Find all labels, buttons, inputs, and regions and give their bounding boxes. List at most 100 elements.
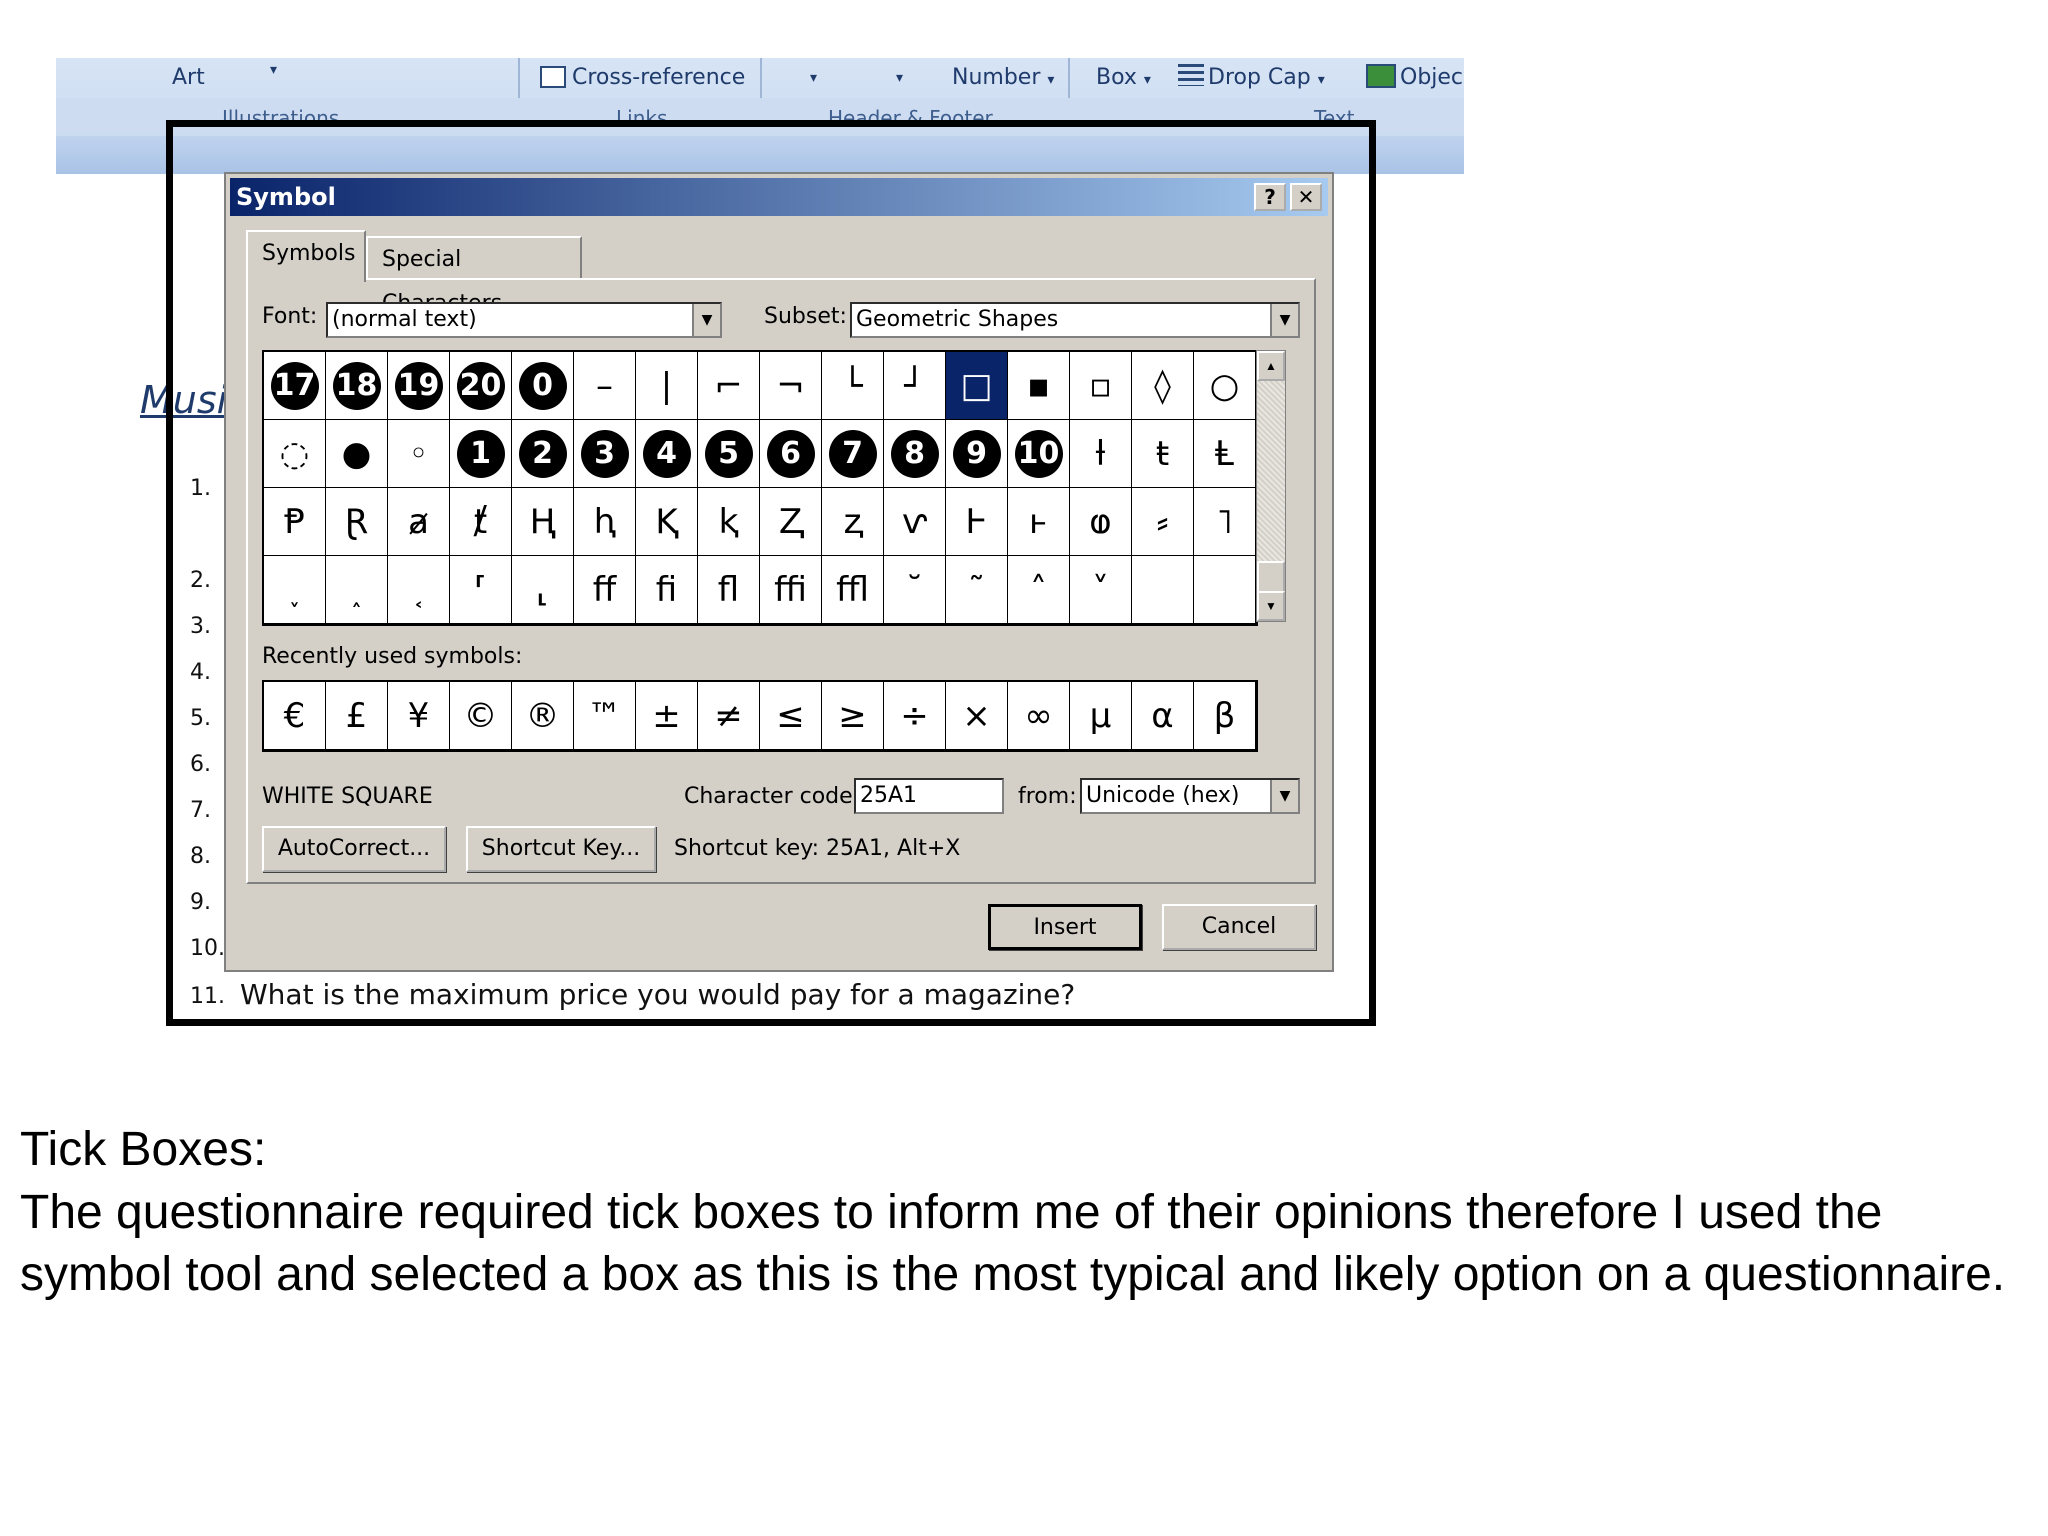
recent-symbol-cell[interactable]: £ [326,682,388,750]
insert-button[interactable]: Insert [988,904,1142,950]
symbol-cell[interactable]: 2 [512,420,574,488]
header-dropdown-icon[interactable]: ▾ [810,58,817,98]
symbol-cell[interactable]: 18 [326,352,388,420]
symbol-cell[interactable]: 17 [264,352,326,420]
tab-special-characters[interactable]: Special Characters [366,236,582,316]
symbol-cell[interactable]: ▫ [1070,352,1132,420]
symbol-cell[interactable]: ○ [1194,352,1256,420]
symbol-cell[interactable]: ⱦ [450,488,512,556]
symbol-cell[interactable]: ⸗ [1132,488,1194,556]
symbol-cell[interactable]: ◊ [1132,352,1194,420]
drop-cap-button[interactable]: Drop Cap ▾ [1178,58,1325,98]
chevron-down-icon[interactable]: ▼ [1270,780,1298,812]
symbol-cell[interactable]: ˱ [388,556,450,624]
symbol-cell[interactable]: ffi [760,556,822,624]
scroll-thumb[interactable] [1257,561,1285,595]
symbol-cell[interactable]: ⱱ [884,488,946,556]
symbol-cell[interactable]: ┘ [884,352,946,420]
symbol-cell[interactable]: ff [574,556,636,624]
symbol-cell[interactable]: Ⱡ [1194,420,1256,488]
symbol-cell[interactable]: 3 [574,420,636,488]
recent-symbol-cell[interactable]: ± [636,682,698,750]
chart-dropdown-icon[interactable]: ▾ [270,50,277,90]
recent-symbol-cell[interactable]: ¥ [388,682,450,750]
symbol-cell[interactable]: ˰ [326,556,388,624]
tab-symbols[interactable]: Symbols [246,230,366,282]
symbol-cell[interactable]: ˄ [1008,556,1070,624]
recent-symbol-cell[interactable]: € [264,682,326,750]
symbol-cell[interactable]: 10 [1008,420,1070,488]
symbol-cell[interactable]: 9 [946,420,1008,488]
symbol-cell[interactable]: 0 [512,352,574,420]
symbol-cell[interactable]: | [636,352,698,420]
subset-select[interactable]: Geometric Shapes ▼ [850,302,1300,338]
symbol-cell[interactable]: ˥ [1194,488,1256,556]
symbol-cell[interactable]: fi [636,556,698,624]
symbol-cell[interactable]: ⸢ [450,556,512,624]
symbol-cell[interactable]: ffl [822,556,884,624]
recent-symbol-cell[interactable]: ≤ [760,682,822,750]
symbol-cell[interactable]: ◌ [264,420,326,488]
smartart-button[interactable]: Art [172,58,205,98]
symbol-cell[interactable]: – [574,352,636,420]
chevron-down-icon[interactable]: ▼ [692,304,720,336]
symbol-cell[interactable]: 4 [636,420,698,488]
symbol-cell[interactable]: ◦ [388,420,450,488]
symbol-cell[interactable]: ▪ [1008,352,1070,420]
from-select[interactable]: Unicode (hex) ▼ [1080,778,1300,814]
symbol-cell[interactable]: ● [326,420,388,488]
recent-symbol-cell[interactable]: © [450,682,512,750]
footer-dropdown-icon[interactable]: ▾ [896,58,903,98]
recent-symbol-cell[interactable]: µ [1070,682,1132,750]
symbol-cell[interactable]: 6 [760,420,822,488]
symbol-cell[interactable]: 8 [884,420,946,488]
scroll-up-icon[interactable]: ▲ [1257,351,1285,381]
symbol-cell[interactable]: Ⱪ [636,488,698,556]
symbol-cell[interactable]: ⌐ [698,352,760,420]
symbol-cell[interactable]: 1 [450,420,512,488]
symbol-cell[interactable]: ŧ [1132,420,1194,488]
symbol-cell[interactable]: ⱪ [698,488,760,556]
recent-symbol-cell[interactable]: α [1132,682,1194,750]
cross-reference-button[interactable]: Cross-reference [540,58,745,98]
recent-symbol-cell[interactable]: ® [512,682,574,750]
symbol-cell[interactable]: 20 [450,352,512,420]
dialog-titlebar[interactable]: Symbol ? ✕ [230,178,1328,216]
symbol-cell[interactable]: Ⱶ [946,488,1008,556]
symbol-cell[interactable]: Ɽ [326,488,388,556]
symbol-cell[interactable]: ˯ [264,556,326,624]
symbol-cell[interactable]: ˜ [946,556,1008,624]
chevron-down-icon[interactable]: ▼ [1270,304,1298,336]
recent-symbol-cell[interactable]: ≥ [822,682,884,750]
symbol-cell[interactable]: 5 [698,420,760,488]
symbol-cell[interactable]: fl [698,556,760,624]
recent-symbol-cell[interactable]: ∞ [1008,682,1070,750]
autocorrect-button[interactable]: AutoCorrect... [262,826,446,872]
symbol-grid-scrollbar[interactable]: ▲ ▼ [1256,350,1286,622]
symbol-cell[interactable]: ¬ [760,352,822,420]
symbol-cell[interactable]: ⸤ [512,556,574,624]
scroll-down-icon[interactable]: ▼ [1257,591,1285,621]
cancel-button[interactable]: Cancel [1162,904,1316,950]
symbol-cell[interactable]: ˅ [1070,556,1132,624]
recent-symbol-cell[interactable]: ≠ [698,682,760,750]
symbol-cell[interactable]: 19 [388,352,450,420]
character-code-input[interactable]: 25A1 [854,778,1004,814]
symbol-cell[interactable]: └ [822,352,884,420]
symbol-cell[interactable]: ˘ [884,556,946,624]
symbol-cell[interactable]: Ⱨ [512,488,574,556]
recent-symbol-cell[interactable]: ÷ [884,682,946,750]
symbol-cell[interactable]: Ⱬ [760,488,822,556]
symbol-cell[interactable] [1132,556,1194,624]
symbol-cell[interactable]: □ [946,352,1008,420]
text-box-button[interactable]: Box ▾ [1096,58,1151,98]
font-select[interactable]: (normal text) ▼ [326,302,722,338]
symbol-cell[interactable]: ⱶ [1008,488,1070,556]
symbol-cell[interactable]: ⱬ [822,488,884,556]
help-button[interactable]: ? [1254,183,1286,211]
page-number-button[interactable]: Number ▾ [952,58,1054,98]
symbol-cell[interactable]: ⱨ [574,488,636,556]
symbol-cell[interactable]: ƚ [1070,420,1132,488]
symbol-cell[interactable] [1194,556,1256,624]
symbol-cell[interactable]: 7 [822,420,884,488]
